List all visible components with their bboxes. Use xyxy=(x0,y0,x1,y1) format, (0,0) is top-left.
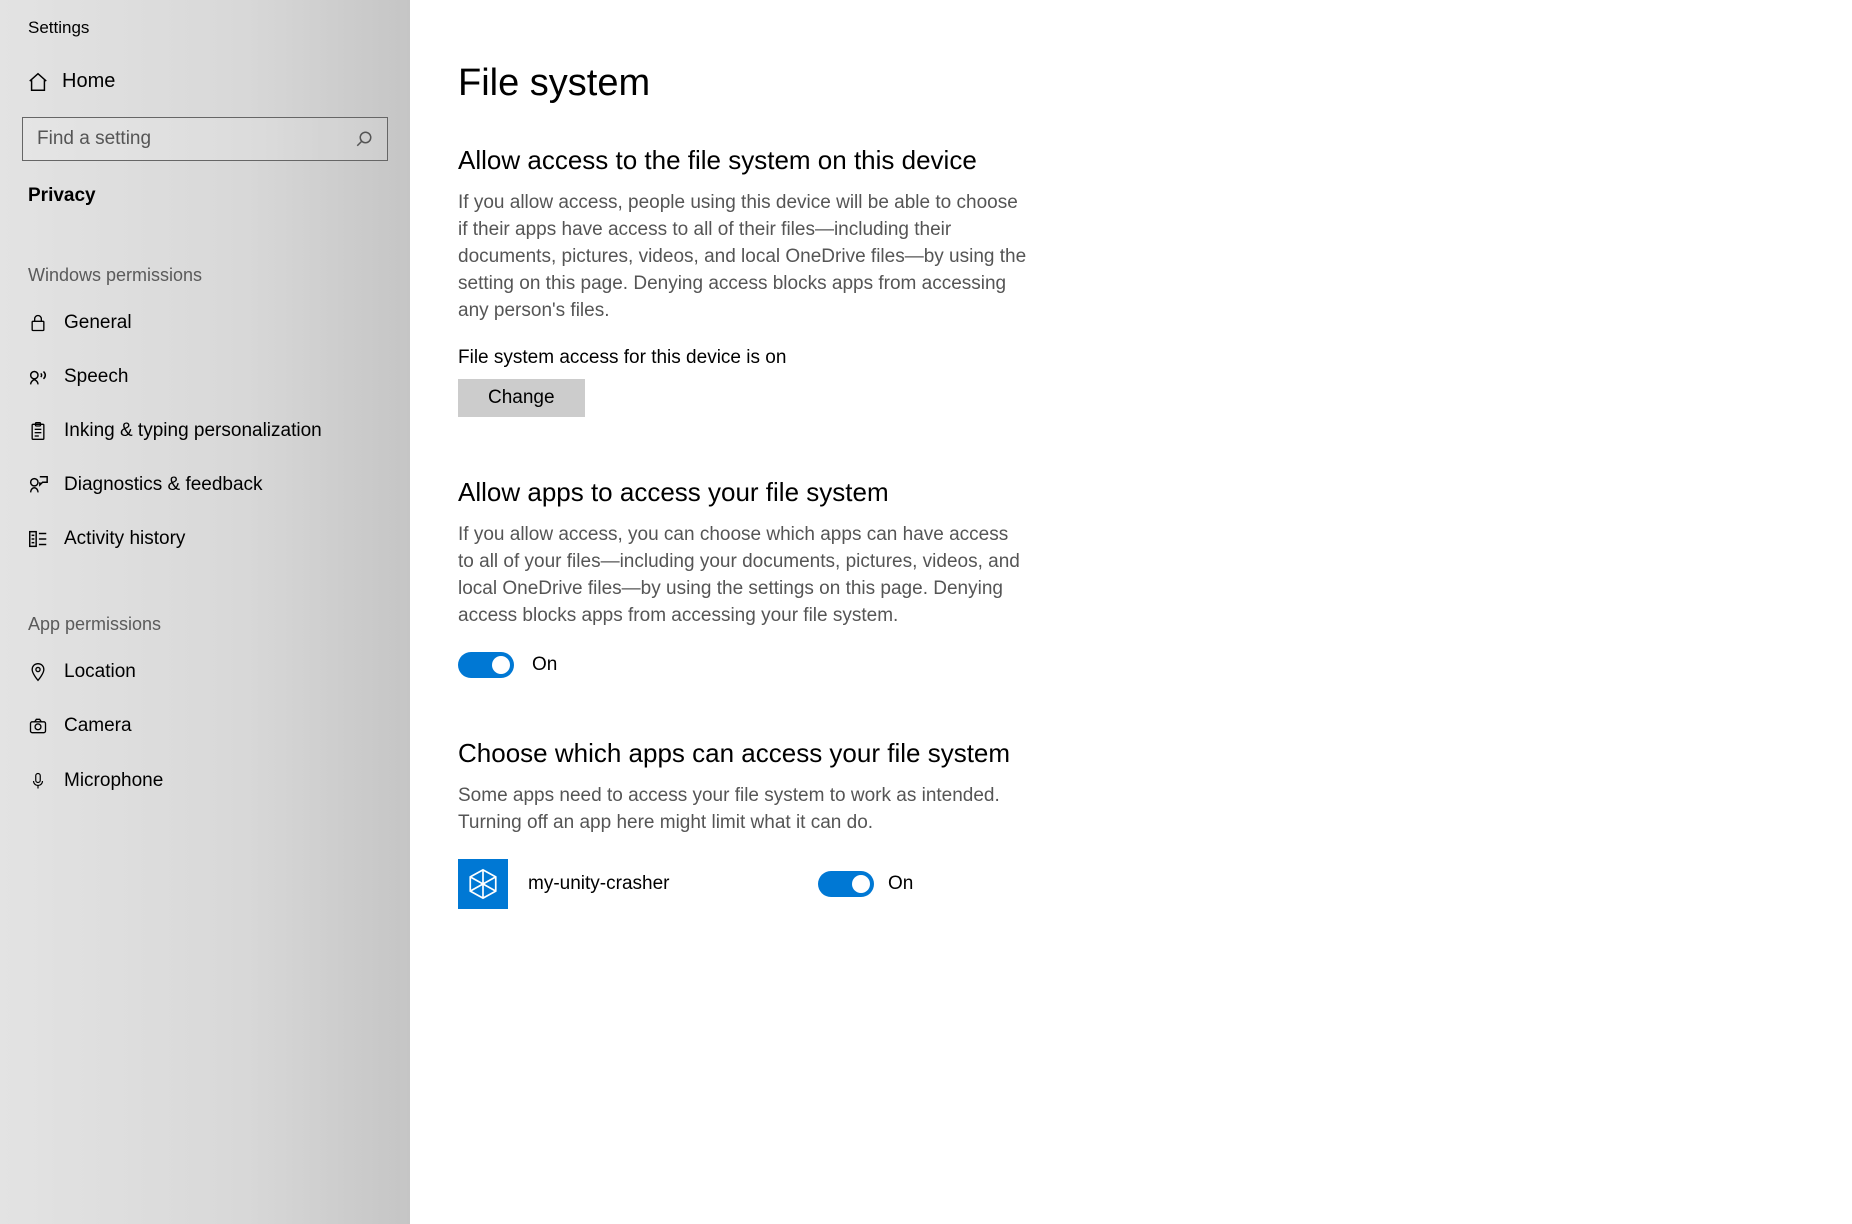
section-allow-apps-access: Allow apps to access your file system If… xyxy=(458,477,1812,678)
section-title: Allow access to the file system on this … xyxy=(458,145,1812,176)
toggle-state-label: On xyxy=(532,654,557,676)
app-name: my-unity-crasher xyxy=(528,873,818,895)
device-access-status: File system access for this device is on xyxy=(458,347,1812,369)
search-input[interactable] xyxy=(37,128,323,150)
app-row: my-unity-crasher On xyxy=(458,859,1078,909)
activity-history-icon xyxy=(22,528,54,550)
sidebar-home-label: Home xyxy=(62,70,115,93)
sidebar-item-activity-history[interactable]: Activity history xyxy=(0,512,410,566)
section-desc: If you allow access, you can choose whic… xyxy=(458,522,1028,630)
sidebar-item-label: Inking & typing personalization xyxy=(64,420,322,442)
search-input-wrap[interactable] xyxy=(22,117,388,161)
toggle-knob xyxy=(492,656,510,674)
sidebar-item-label: Camera xyxy=(64,715,132,737)
unity-icon xyxy=(458,859,508,909)
sidebar-item-label: Activity history xyxy=(64,528,185,550)
section-title: Allow apps to access your file system xyxy=(458,477,1812,508)
sidebar-home[interactable]: Home xyxy=(0,56,410,107)
sidebar-item-label: General xyxy=(64,312,132,334)
change-button[interactable]: Change xyxy=(458,379,585,417)
allow-apps-toggle[interactable] xyxy=(458,652,514,678)
sidebar: Settings Home Privacy Windows pe xyxy=(0,0,410,1224)
sidebar-group-app-permissions: App permissions xyxy=(0,566,410,645)
sidebar-item-label: Diagnostics & feedback xyxy=(64,474,263,496)
sidebar-current-section: Privacy xyxy=(0,179,410,217)
home-icon xyxy=(22,71,54,93)
sidebar-item-label: Microphone xyxy=(64,770,163,792)
microphone-icon xyxy=(22,769,54,793)
section-title: Choose which apps can access your file s… xyxy=(458,738,1812,769)
section-choose-apps: Choose which apps can access your file s… xyxy=(458,738,1812,909)
main-content: File system Allow access to the file sys… xyxy=(410,0,1852,1224)
sidebar-item-inking[interactable]: Inking & typing personalization xyxy=(0,404,410,458)
app-toggle-state-label: On xyxy=(888,873,913,895)
sidebar-item-label: Location xyxy=(64,661,136,683)
page-title: File system xyxy=(458,62,1812,105)
sidebar-item-location[interactable]: Location xyxy=(0,645,410,699)
toggle-knob xyxy=(852,875,870,893)
clipboard-icon xyxy=(22,420,54,442)
sidebar-item-speech[interactable]: Speech xyxy=(0,350,410,404)
sidebar-item-general[interactable]: General xyxy=(0,296,410,350)
sidebar-item-label: Speech xyxy=(64,366,128,388)
section-allow-access-device: Allow access to the file system on this … xyxy=(458,145,1812,417)
window-title: Settings xyxy=(0,12,410,56)
section-desc: If you allow access, people using this d… xyxy=(458,190,1028,325)
section-desc: Some apps need to access your file syste… xyxy=(458,783,1028,837)
location-icon xyxy=(22,661,54,683)
lock-icon xyxy=(22,312,54,334)
sidebar-item-microphone[interactable]: Microphone xyxy=(0,753,410,809)
sidebar-group-windows-permissions: Windows permissions xyxy=(0,217,410,296)
sidebar-item-camera[interactable]: Camera xyxy=(0,699,410,753)
camera-icon xyxy=(22,716,54,736)
search-icon xyxy=(355,130,373,148)
app-toggle[interactable] xyxy=(818,871,874,897)
feedback-icon xyxy=(22,474,54,496)
sidebar-item-diagnostics[interactable]: Diagnostics & feedback xyxy=(0,458,410,512)
speech-icon xyxy=(22,366,54,388)
